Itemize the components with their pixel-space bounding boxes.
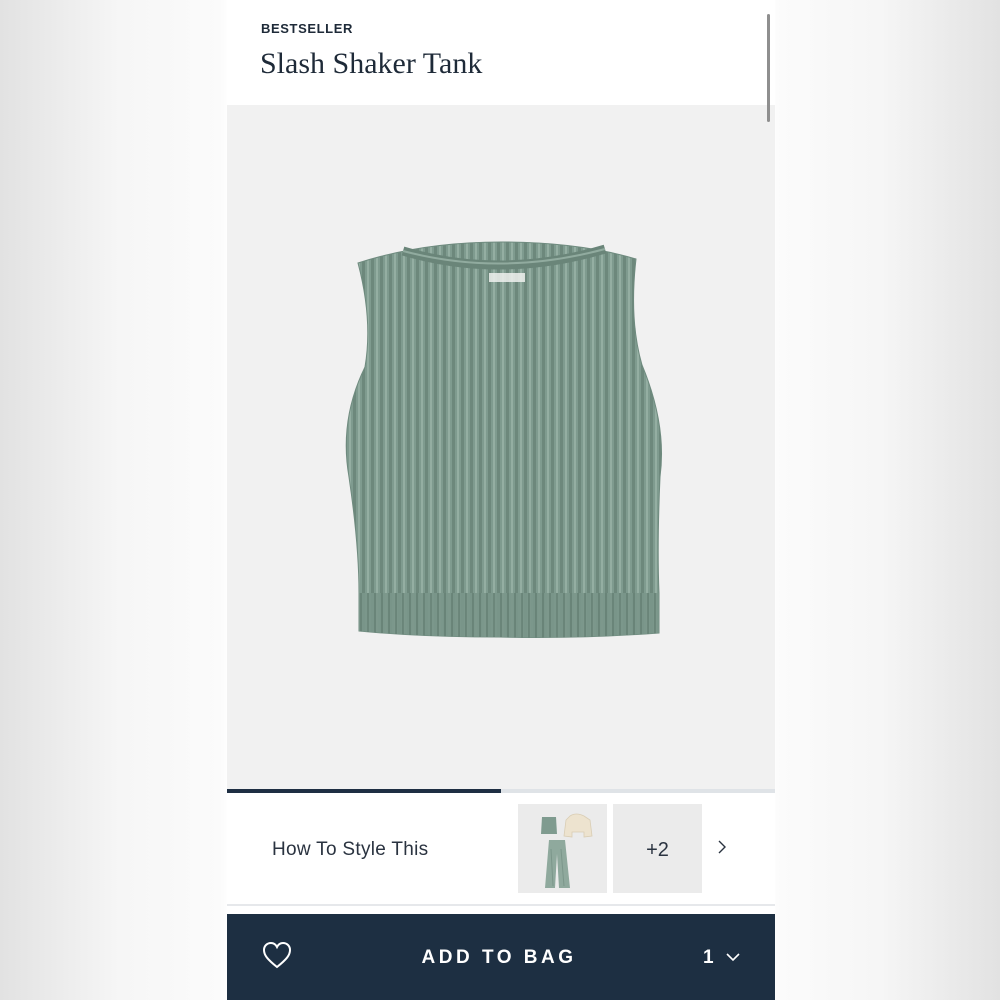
more-outfits-count: +2 bbox=[646, 839, 669, 861]
more-outfits-button[interactable]: +2 bbox=[613, 804, 702, 893]
product-header: BESTSELLER Slash Shaker Tank bbox=[227, 0, 775, 105]
heart-icon[interactable] bbox=[262, 941, 292, 969]
product-image-carousel[interactable] bbox=[227, 105, 775, 790]
product-title: Slash Shaker Tank bbox=[260, 47, 483, 80]
quantity-value[interactable]: 1 bbox=[703, 947, 714, 969]
how-to-style-section[interactable]: How To Style This +2 bbox=[227, 793, 775, 906]
add-to-bag-button[interactable]: ADD TO BAG bbox=[377, 947, 621, 969]
product-screen: BESTSELLER Slash Shaker Tank How To Styl… bbox=[227, 0, 775, 1000]
bestseller-badge: BESTSELLER bbox=[261, 21, 353, 36]
add-to-bag-bar: ADD TO BAG 1 bbox=[227, 914, 775, 1000]
scrollbar[interactable] bbox=[767, 14, 770, 122]
chevron-right-icon[interactable] bbox=[715, 840, 729, 854]
knit-tank-image bbox=[345, 241, 662, 638]
outfit-thumbnail[interactable] bbox=[518, 804, 607, 893]
outfit-image bbox=[518, 804, 607, 893]
chevron-down-icon[interactable] bbox=[726, 952, 740, 962]
how-to-style-label: How To Style This bbox=[272, 839, 429, 860]
